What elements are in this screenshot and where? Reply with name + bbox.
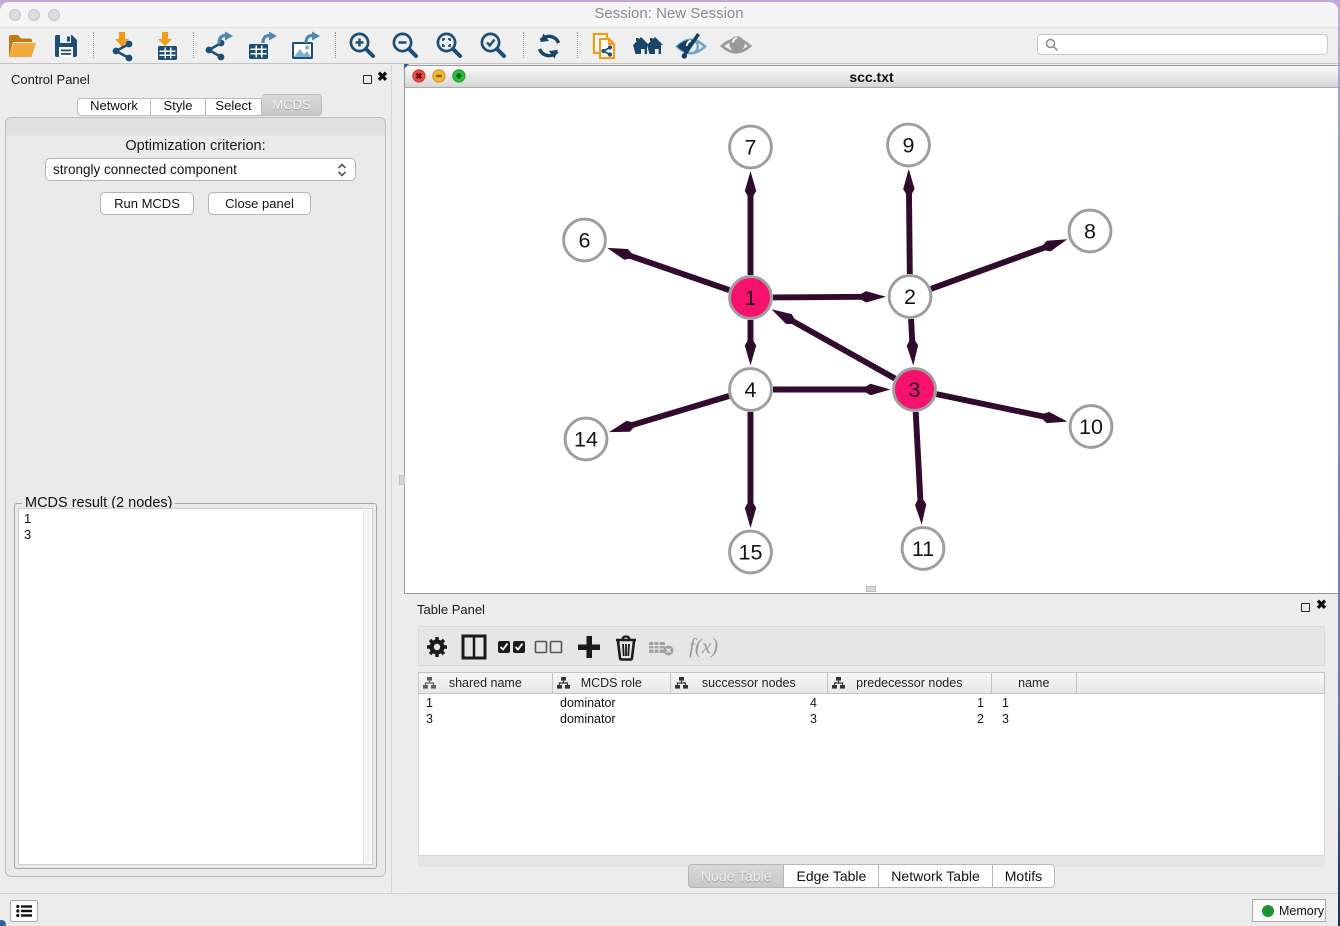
svg-text:6: 6: [579, 229, 591, 253]
svg-text:10: 10: [1079, 415, 1103, 439]
svg-text:3: 3: [909, 378, 921, 402]
svg-text:1: 1: [745, 286, 757, 310]
svg-text:2: 2: [904, 285, 916, 309]
svg-text:11: 11: [912, 537, 934, 561]
svg-text:9: 9: [903, 134, 915, 158]
svg-text:7: 7: [745, 136, 757, 160]
svg-text:15: 15: [739, 541, 763, 565]
svg-text:4: 4: [745, 378, 757, 402]
svg-text:14: 14: [574, 428, 598, 452]
svg-text:8: 8: [1084, 220, 1096, 244]
